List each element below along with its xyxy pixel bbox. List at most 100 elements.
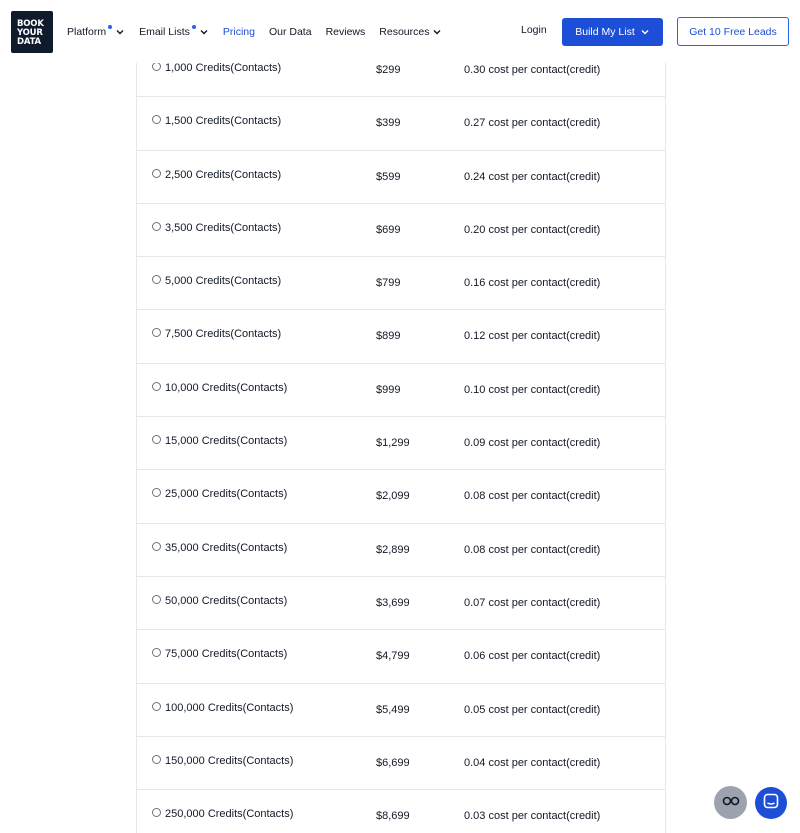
plan-radio[interactable] [152, 488, 161, 498]
price-value: $4,799 [376, 650, 410, 663]
plan-radio[interactable] [152, 435, 161, 445]
credits-label: 10,000 Credits(Contacts) [165, 381, 288, 394]
price-value: $999 [376, 383, 401, 396]
page: 1,000 Credits(Contacts) $299 0.30 cost per… [0, 0, 800, 833]
pricing-row[interactable]: 15,000 Credits(Contacts) $1,299 0.09 cost … [137, 417, 665, 471]
credits-label: 2,500 Credits(Contacts) [165, 168, 282, 181]
pricing-row[interactable]: 150,000 Credits(Contacts) $6,699 0.04 cost… [137, 737, 665, 791]
logo[interactable]: BOOK YOUR DATA [11, 11, 53, 53]
new-indicator-dot [191, 25, 196, 29]
credits-label: 1,500 Credits(Contacts) [165, 115, 282, 128]
nav-item-label: Platform [67, 26, 107, 38]
nav-item-platform[interactable]: Platform [67, 25, 125, 38]
nav-item-label: Reviews [325, 26, 366, 38]
pricing-row[interactable]: 250,000 Credits(Contacts) $8,699 0.03 cost… [137, 790, 665, 833]
plan-radio[interactable] [152, 168, 161, 178]
pricing-row[interactable]: 75,000 Credits(Contacts) $4,799 0.06 cost … [137, 630, 665, 684]
credits-label: 250,000 Credits(Contacts) [165, 808, 294, 821]
plan-radio[interactable] [152, 381, 161, 391]
new-indicator-dot [108, 25, 113, 29]
price-value: $799 [376, 277, 401, 290]
nav-item-email-lists[interactable]: Email Lists [139, 25, 209, 38]
pricing-row[interactable]: 5,000 Credits(Contacts) $799 0.16 cost per… [137, 257, 665, 311]
credits-label: 15,000 Credits(Contacts) [165, 435, 288, 448]
plan-radio[interactable] [152, 115, 161, 125]
cost-per-contact: 0.09 cost per contact(credit) [464, 437, 601, 450]
price-value: $899 [376, 330, 401, 343]
plan-radio[interactable] [152, 221, 161, 231]
nav-item-reviews[interactable]: Reviews [326, 26, 366, 38]
logo-line: DATA [17, 37, 41, 47]
plan-radio[interactable] [152, 754, 161, 764]
pricing-row[interactable]: 3,500 Credits(Contacts) $699 0.20 cost per… [137, 204, 665, 258]
price-value: $299 [376, 64, 401, 76]
credits-label: 3,500 Credits(Contacts) [165, 221, 282, 234]
credits-label: 150,000 Credits(Contacts) [165, 754, 294, 767]
pricing-row[interactable]: 7,500 Credits(Contacts) $899 0.12 cost per… [137, 310, 665, 364]
credits-label: 35,000 Credits(Contacts) [165, 541, 288, 554]
price-value: $399 [376, 117, 401, 130]
build-my-list-label: Build My List [575, 26, 635, 38]
cost-per-contact: 0.07 cost per contact(credit) [464, 596, 601, 609]
chat-icon [763, 793, 779, 814]
pricing-table: 1,000 Credits(Contacts) $299 0.30 cost per… [136, 44, 666, 833]
price-value: $8,699 [376, 810, 410, 823]
get-free-leads-button[interactable]: Get 10 Free Leads [677, 17, 789, 46]
cost-per-contact: 0.06 cost per contact(credit) [464, 650, 601, 663]
pricing-row[interactable]: 25,000 Credits(Contacts) $2,099 0.08 cost … [137, 470, 665, 524]
plan-radio[interactable] [152, 328, 161, 338]
plan-radio[interactable] [152, 541, 161, 551]
cost-per-contact: 0.27 cost per contact(credit) [464, 117, 601, 130]
cost-per-contact: 0.24 cost per contact(credit) [464, 170, 601, 183]
nav-item-label: Our Data [268, 26, 312, 38]
credits-label: 50,000 Credits(Contacts) [165, 594, 288, 607]
nav-item-pricing[interactable]: Pricing [223, 26, 255, 38]
pricing-row[interactable]: 50,000 Credits(Contacts) $3,699 0.07 cost … [137, 577, 665, 631]
credits-label: 75,000 Credits(Contacts) [165, 648, 288, 661]
chevron-down-icon [115, 27, 125, 37]
plan-radio[interactable] [152, 594, 161, 604]
price-value: $5,499 [376, 703, 410, 716]
price-value: $1,299 [376, 437, 410, 450]
plan-radio[interactable] [152, 275, 161, 285]
cost-per-contact: 0.12 cost per contact(credit) [464, 330, 601, 343]
main-nav: Platform Email Lists Pricing Our Data Review… [67, 24, 456, 40]
price-value: $2,099 [376, 490, 410, 503]
credits-label: 1,000 Credits(Contacts) [165, 62, 282, 74]
cost-per-contact: 0.10 cost per contact(credit) [464, 383, 601, 396]
cost-per-contact: 0.04 cost per contact(credit) [464, 756, 601, 769]
plan-radio[interactable] [152, 648, 161, 658]
cost-per-contact: 0.08 cost per contact(credit) [464, 543, 601, 556]
accessibility-button[interactable] [714, 786, 747, 819]
cost-per-contact: 0.08 cost per contact(credit) [464, 490, 601, 503]
price-value: $699 [376, 223, 401, 236]
plan-radio[interactable] [152, 62, 161, 71]
chevron-down-icon [199, 27, 209, 37]
credits-label: 25,000 Credits(Contacts) [165, 488, 288, 501]
cost-per-contact: 0.20 cost per contact(credit) [464, 223, 601, 236]
pricing-row[interactable]: 2,500 Credits(Contacts) $599 0.24 cost per… [137, 151, 665, 204]
pricing-row[interactable]: 1,500 Credits(Contacts) $399 0.27 cost per… [137, 97, 665, 151]
nav-item-our-data[interactable]: Our Data [269, 26, 312, 38]
credits-label: 7,500 Credits(Contacts) [165, 328, 282, 341]
plan-radio[interactable] [152, 701, 161, 711]
nav-item-label: Email Lists [139, 26, 190, 38]
build-my-list-button[interactable]: Build My List [562, 18, 663, 46]
cost-per-contact: 0.05 cost per contact(credit) [464, 703, 601, 716]
price-value: $3,699 [376, 596, 410, 609]
login-link[interactable]: Login [521, 24, 547, 36]
price-value: $2,899 [376, 543, 410, 556]
pricing-row[interactable]: 100,000 Credits(Contacts) $5,499 0.05 cost… [137, 684, 665, 737]
pricing-row[interactable]: 10,000 Credits(Contacts) $999 0.10 cost pe… [137, 364, 665, 418]
plan-radio[interactable] [152, 808, 161, 818]
cost-per-contact: 0.30 cost per contact(credit) [464, 64, 601, 76]
nav-item-label: Pricing [222, 26, 255, 38]
glasses-icon [722, 794, 740, 812]
chevron-down-icon [640, 27, 650, 37]
chat-button[interactable] [755, 787, 787, 819]
nav-item-resources[interactable]: Resources [379, 26, 442, 38]
credits-label: 5,000 Credits(Contacts) [165, 275, 282, 288]
pricing-row[interactable]: 35,000 Credits(Contacts) $2,899 0.08 cost … [137, 524, 665, 577]
price-value: $599 [376, 170, 401, 183]
price-value: $6,699 [376, 756, 410, 769]
